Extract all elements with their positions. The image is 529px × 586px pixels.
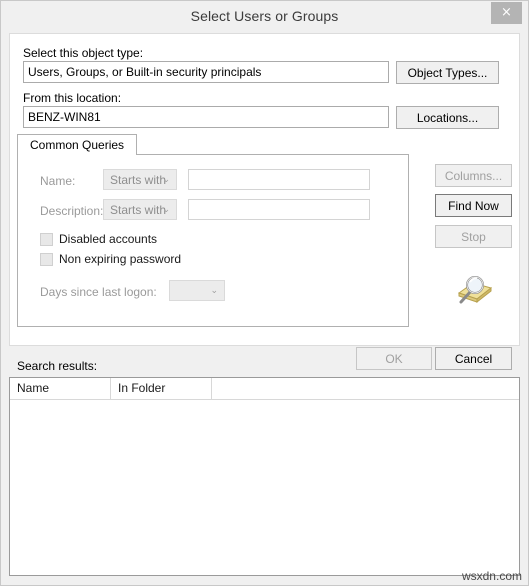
chevron-down-icon: ⌄: [210, 286, 218, 296]
column-header-spacer[interactable]: [212, 378, 519, 399]
chevron-down-icon: ⌄: [162, 175, 170, 185]
non-expiring-password-label: Non expiring password: [59, 252, 182, 266]
days-since-last-logon-dropdown[interactable]: ⌄: [169, 280, 225, 301]
tab-strip: Common Queries: [17, 134, 409, 155]
tab-common-queries[interactable]: Common Queries: [17, 134, 138, 155]
description-value-input[interactable]: [188, 199, 370, 220]
stop-button[interactable]: Stop: [435, 225, 512, 248]
object-types-button[interactable]: Object Types...: [396, 61, 499, 84]
close-icon: ×: [501, 5, 512, 20]
days-since-last-logon-label: Days since last logon:: [40, 285, 157, 299]
ok-button[interactable]: OK: [356, 347, 432, 370]
disabled-accounts-label: Disabled accounts: [59, 232, 158, 246]
name-label: Name:: [40, 174, 76, 188]
magnifier-folder-icon: [451, 271, 493, 307]
chevron-down-icon: ⌄: [162, 205, 170, 215]
select-users-or-groups-dialog: Select Users or Groups × Select this obj…: [0, 0, 529, 586]
common-queries-panel: Name: Starts with ⌄ Description: Starts …: [17, 154, 409, 327]
search-results-label: Search results:: [17, 359, 98, 373]
window-title: Select Users or Groups: [190, 8, 339, 24]
find-now-button[interactable]: Find Now: [435, 194, 512, 217]
object-type-input[interactable]: [23, 61, 389, 83]
name-operator-dropdown[interactable]: Starts with ⌄: [103, 169, 177, 190]
locations-button[interactable]: Locations...: [396, 106, 499, 129]
columns-button[interactable]: Columns...: [435, 164, 512, 187]
non-expiring-password-checkbox[interactable]: [40, 253, 53, 266]
results-column-header-row: Name In Folder: [10, 378, 519, 400]
location-label: From this location:: [23, 91, 122, 105]
object-type-label: Select this object type:: [23, 46, 144, 60]
description-operator-dropdown[interactable]: Starts with ⌄: [103, 199, 177, 220]
title-bar: Select Users or Groups ×: [1, 1, 528, 31]
cancel-button[interactable]: Cancel: [435, 347, 512, 370]
name-value-input[interactable]: [188, 169, 370, 190]
disabled-accounts-checkbox[interactable]: [40, 233, 53, 246]
description-label: Description:: [40, 204, 104, 218]
close-button[interactable]: ×: [491, 2, 522, 24]
name-operator-value: Starts with: [110, 173, 167, 187]
column-header-in-folder[interactable]: In Folder: [111, 378, 212, 399]
results-rows-container: [10, 400, 519, 575]
search-results-listbox[interactable]: Name In Folder: [9, 377, 520, 576]
watermark: wsxdn.com: [461, 569, 522, 583]
description-operator-value: Starts with: [110, 203, 167, 217]
location-input[interactable]: [23, 106, 389, 128]
column-header-name[interactable]: Name: [10, 378, 111, 399]
